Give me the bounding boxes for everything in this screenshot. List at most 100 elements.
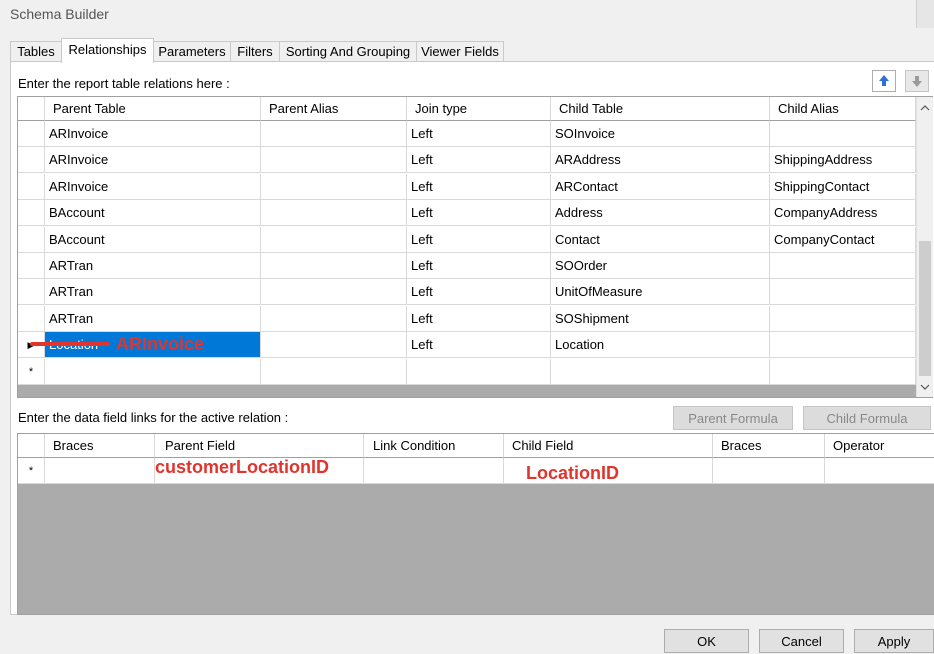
child-table-cell[interactable]: Contact bbox=[551, 226, 770, 253]
scroll-up-icon bbox=[920, 105, 930, 111]
join-type-cell[interactable]: Left bbox=[407, 226, 551, 253]
new-row-cell[interactable] bbox=[407, 359, 551, 385]
parent-alias-cell[interactable] bbox=[261, 279, 407, 306]
new-row-marker: * bbox=[18, 458, 45, 484]
tab-tables[interactable]: Tables bbox=[10, 41, 62, 62]
parent-formula-button[interactable]: Parent Formula bbox=[673, 406, 793, 430]
parent-alias-cell[interactable] bbox=[261, 332, 407, 359]
relations-new-row[interactable]: * bbox=[18, 359, 916, 385]
parent-alias-cell[interactable] bbox=[261, 147, 407, 174]
column-header-operator[interactable]: Operator bbox=[825, 434, 934, 458]
column-header-child-table[interactable]: Child Table bbox=[551, 97, 770, 121]
column-header-parent-field[interactable]: Parent Field bbox=[155, 434, 364, 458]
join-type-cell[interactable]: Left bbox=[407, 253, 551, 279]
new-row-cell[interactable] bbox=[551, 359, 770, 385]
child-table-cell[interactable]: SOInvoice bbox=[551, 121, 770, 147]
row-header[interactable] bbox=[18, 253, 45, 279]
row-header[interactable] bbox=[18, 147, 45, 174]
relations-row[interactable]: ARInvoice Left ARContact ShippingContact bbox=[18, 173, 916, 200]
parent-table-cell[interactable]: BAccount bbox=[45, 200, 261, 227]
join-type-cell[interactable]: Left bbox=[407, 279, 551, 306]
relations-scrollbar[interactable] bbox=[916, 97, 933, 397]
child-alias-cell[interactable] bbox=[770, 253, 916, 279]
child-alias-cell[interactable] bbox=[770, 332, 916, 359]
child-table-cell[interactable]: Location bbox=[551, 332, 770, 359]
relations-row[interactable]: BAccount Left Address CompanyAddress bbox=[18, 200, 916, 227]
child-alias-cell[interactable] bbox=[770, 305, 916, 332]
tab-viewer-fields[interactable]: Viewer Fields bbox=[416, 41, 504, 62]
child-table-cell[interactable]: UnitOfMeasure bbox=[551, 279, 770, 306]
move-down-button[interactable] bbox=[905, 70, 929, 92]
parent-table-cell[interactable]: ARInvoice bbox=[45, 147, 261, 174]
tab-sorting-and-grouping[interactable]: Sorting And Grouping bbox=[279, 41, 417, 62]
relations-row[interactable]: ARTran Left SOOrder bbox=[18, 253, 916, 279]
link-condition-cell[interactable] bbox=[364, 458, 504, 484]
tab-parameters[interactable]: Parameters bbox=[153, 41, 231, 62]
child-table-cell[interactable]: ARContact bbox=[551, 173, 770, 200]
column-header-braces-2[interactable]: Braces bbox=[713, 434, 825, 458]
join-type-cell[interactable]: Left bbox=[407, 173, 551, 200]
apply-button[interactable]: Apply bbox=[854, 629, 934, 653]
parent-alias-cell[interactable] bbox=[261, 305, 407, 332]
parent-table-cell[interactable]: ARTran bbox=[45, 305, 261, 332]
braces-cell-2[interactable] bbox=[713, 458, 825, 484]
child-alias-cell[interactable]: CompanyContact bbox=[770, 226, 916, 253]
join-type-cell[interactable]: Left bbox=[407, 121, 551, 147]
parent-alias-cell[interactable] bbox=[261, 253, 407, 279]
column-header-child-alias[interactable]: Child Alias bbox=[770, 97, 916, 121]
column-header-braces[interactable]: Braces bbox=[45, 434, 155, 458]
move-up-button[interactable] bbox=[872, 70, 896, 92]
row-header[interactable] bbox=[18, 226, 45, 253]
parent-table-cell[interactable]: ARInvoice bbox=[45, 173, 261, 200]
row-header[interactable] bbox=[18, 279, 45, 306]
relations-scroll-thumb[interactable] bbox=[919, 241, 931, 376]
row-header[interactable] bbox=[18, 305, 45, 332]
child-alias-cell[interactable] bbox=[770, 121, 916, 147]
arrow-down-icon bbox=[912, 76, 922, 87]
braces-cell[interactable] bbox=[45, 458, 155, 484]
relations-row[interactable]: ARInvoice Left SOInvoice bbox=[18, 121, 916, 147]
tab-relationships[interactable]: Relationships bbox=[61, 38, 154, 63]
window-control-button[interactable] bbox=[916, 0, 934, 28]
relations-row[interactable]: ARTran Left UnitOfMeasure bbox=[18, 279, 916, 306]
tab-filters[interactable]: Filters bbox=[230, 41, 280, 62]
parent-alias-cell[interactable] bbox=[261, 226, 407, 253]
parent-table-cell[interactable]: ARInvoice bbox=[45, 121, 261, 147]
join-type-cell[interactable]: Left bbox=[407, 305, 551, 332]
parent-table-cell[interactable]: ARTran bbox=[45, 279, 261, 306]
new-row-cell[interactable] bbox=[45, 359, 261, 385]
child-alias-cell[interactable] bbox=[770, 279, 916, 306]
relations-row[interactable]: BAccount Left Contact CompanyContact bbox=[18, 226, 916, 253]
child-alias-cell[interactable]: ShippingContact bbox=[770, 173, 916, 200]
column-header-child-field[interactable]: Child Field bbox=[504, 434, 713, 458]
cancel-button[interactable]: Cancel bbox=[759, 629, 844, 653]
parent-alias-cell[interactable] bbox=[261, 200, 407, 227]
operator-cell[interactable] bbox=[825, 458, 934, 484]
child-alias-cell[interactable]: ShippingAddress bbox=[770, 147, 916, 174]
child-table-cell[interactable]: ARAddress bbox=[551, 147, 770, 174]
parent-alias-cell[interactable] bbox=[261, 121, 407, 147]
child-alias-cell[interactable]: CompanyAddress bbox=[770, 200, 916, 227]
column-header-link-condition[interactable]: Link Condition bbox=[364, 434, 504, 458]
join-type-cell[interactable]: Left bbox=[407, 200, 551, 227]
column-header-parent-alias[interactable]: Parent Alias bbox=[261, 97, 407, 121]
column-header-join-type[interactable]: Join type bbox=[407, 97, 551, 121]
new-row-cell[interactable] bbox=[261, 359, 407, 385]
join-type-cell[interactable]: Left bbox=[407, 147, 551, 174]
row-header[interactable] bbox=[18, 121, 45, 147]
relations-row[interactable]: ARInvoice Left ARAddress ShippingAddress bbox=[18, 147, 916, 174]
child-formula-button[interactable]: Child Formula bbox=[803, 406, 931, 430]
row-header[interactable] bbox=[18, 173, 45, 200]
child-table-cell[interactable]: SOShipment bbox=[551, 305, 770, 332]
column-header-parent-table[interactable]: Parent Table bbox=[45, 97, 261, 121]
parent-alias-cell[interactable] bbox=[261, 173, 407, 200]
parent-table-cell[interactable]: ARTran bbox=[45, 253, 261, 279]
new-row-cell[interactable] bbox=[770, 359, 916, 385]
relations-row[interactable]: ARTran Left SOShipment bbox=[18, 305, 916, 332]
join-type-cell[interactable]: Left bbox=[407, 332, 551, 359]
row-header[interactable] bbox=[18, 200, 45, 227]
parent-table-cell[interactable]: BAccount bbox=[45, 226, 261, 253]
ok-button[interactable]: OK bbox=[664, 629, 749, 653]
child-table-cell[interactable]: SOOrder bbox=[551, 253, 770, 279]
child-table-cell[interactable]: Address bbox=[551, 200, 770, 227]
